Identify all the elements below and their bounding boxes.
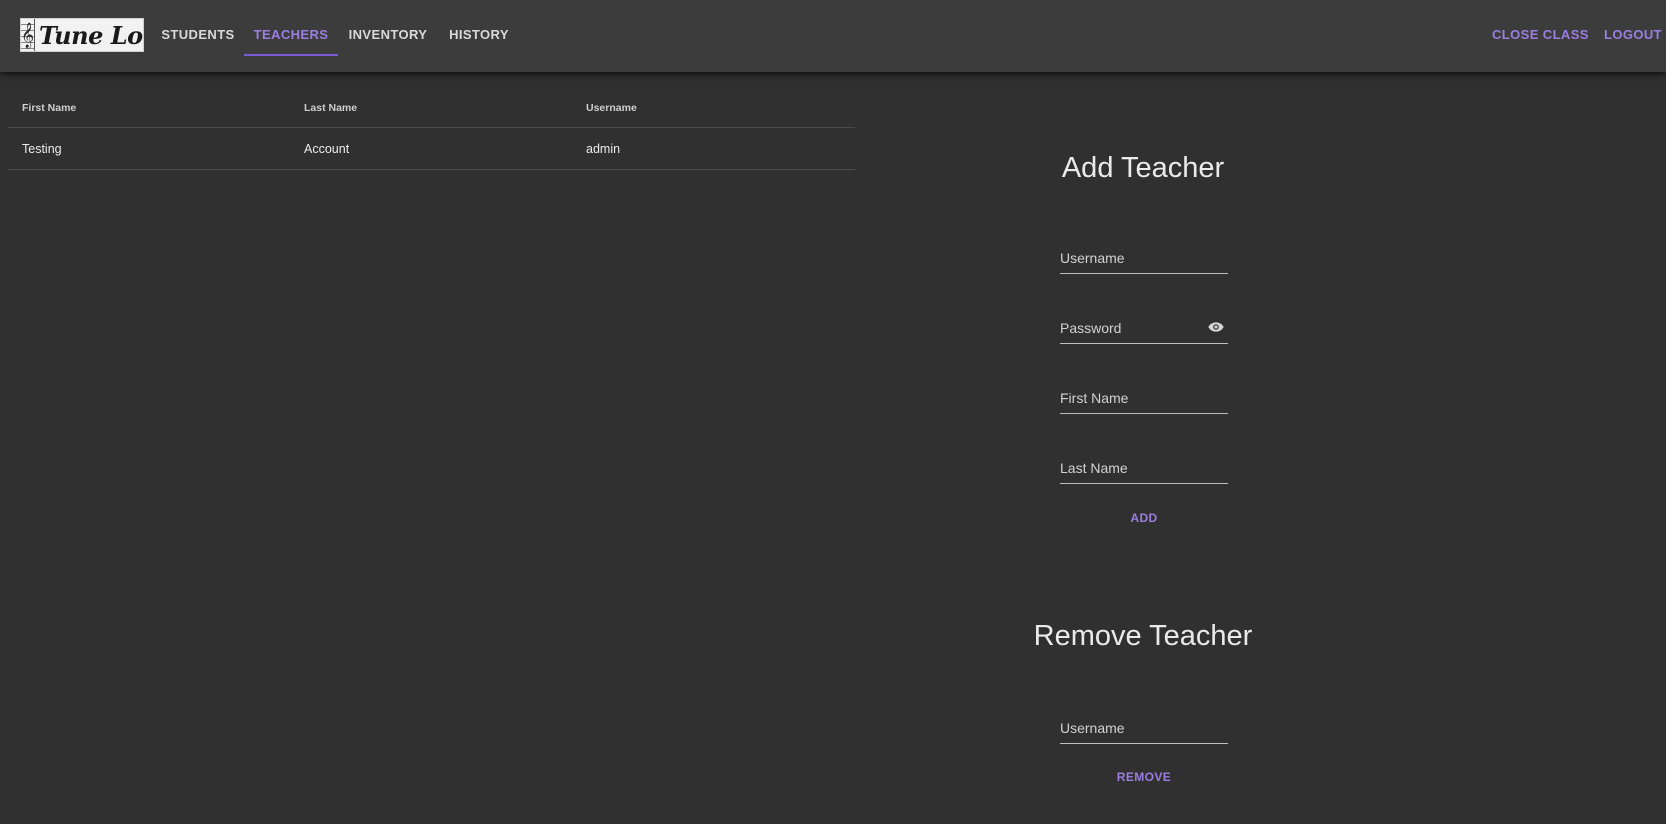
table-row[interactable]: Testing Account admin xyxy=(8,128,855,170)
remove-teacher-title: Remove Teacher xyxy=(1033,620,1253,652)
column-header-username[interactable]: Username xyxy=(572,102,855,114)
column-header-first-name[interactable]: First Name xyxy=(8,102,290,114)
logo-text: Tune Log xyxy=(39,20,143,50)
add-username-field xyxy=(1060,244,1228,274)
cell-first-name: Testing xyxy=(22,141,62,156)
tune-log-logo[interactable]: 𝄞 Tune Log xyxy=(20,18,144,52)
add-last-name-input[interactable] xyxy=(1060,454,1228,482)
add-teacher-title: Add Teacher xyxy=(1061,152,1225,184)
table-header-row: First Name Last Name Username xyxy=(8,88,855,128)
app-bar: 𝄞 Tune Log STUDENTS TEACHERS INVENTORY H… xyxy=(0,0,1666,72)
add-username-input[interactable] xyxy=(1060,244,1228,272)
tab-teachers[interactable]: TEACHERS xyxy=(244,0,338,68)
cell-username: admin xyxy=(586,141,621,156)
close-class-button[interactable]: CLOSE CLASS xyxy=(1492,0,1589,68)
logout-button[interactable]: LOGOUT xyxy=(1604,0,1662,68)
tab-students[interactable]: STUDENTS xyxy=(150,0,246,68)
remove-username-input[interactable] xyxy=(1060,714,1228,742)
treble-clef-icon: 𝄞 xyxy=(21,19,36,51)
tab-inventory[interactable]: INVENTORY xyxy=(344,0,432,68)
teachers-table: First Name Last Name Username Testing Ac… xyxy=(8,88,855,170)
cell-last-name: Account xyxy=(304,141,350,156)
add-password-field xyxy=(1060,314,1228,344)
remove-username-field xyxy=(1060,714,1228,744)
add-first-name-input[interactable] xyxy=(1060,384,1228,412)
eye-icon[interactable] xyxy=(1208,321,1224,333)
tab-history[interactable]: HISTORY xyxy=(440,0,518,68)
remove-teacher-button[interactable]: REMOVE xyxy=(1100,762,1188,792)
add-password-input[interactable] xyxy=(1060,314,1228,342)
add-last-name-field xyxy=(1060,454,1228,484)
column-header-last-name[interactable]: Last Name xyxy=(290,102,572,114)
add-first-name-field xyxy=(1060,384,1228,414)
add-teacher-button[interactable]: ADD xyxy=(1100,503,1188,533)
